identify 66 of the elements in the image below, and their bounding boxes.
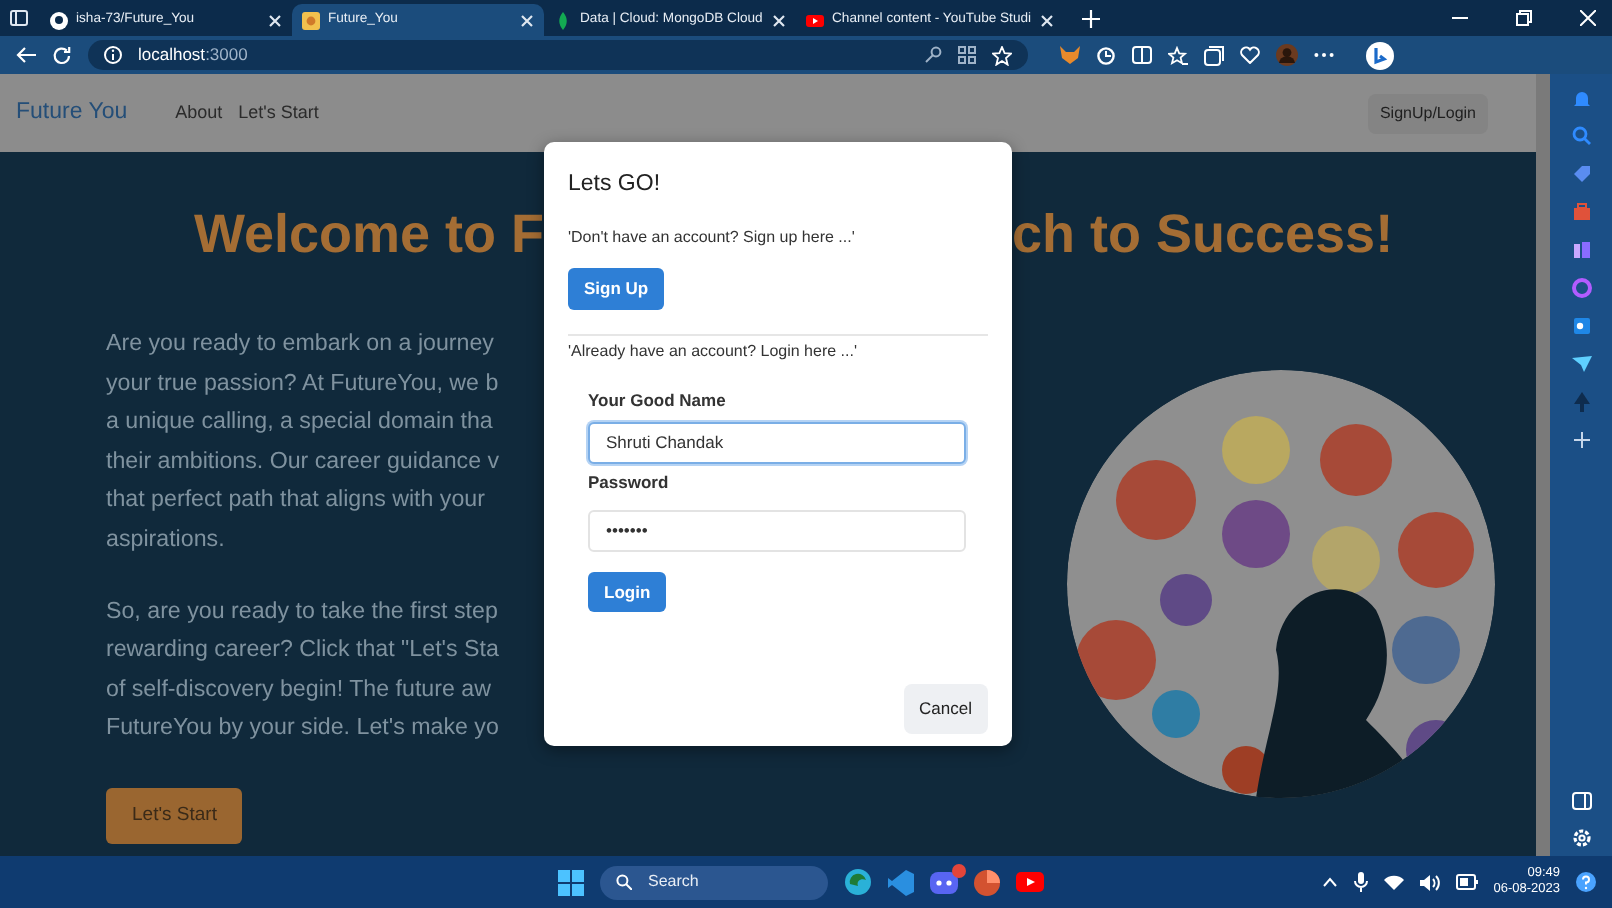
modal-title: Lets GO! — [568, 170, 663, 200]
wifi-icon[interactable] — [1383, 874, 1404, 890]
address-bar[interactable]: localhost:3000 — [88, 40, 1028, 70]
split-screen-icon[interactable] — [1132, 46, 1152, 64]
video-app-icon[interactable] — [1016, 872, 1044, 892]
field-label: Password — [588, 469, 671, 495]
signup-login-button[interactable]: SignUp/Login — [1367, 93, 1488, 133]
more-icon[interactable] — [1314, 52, 1334, 58]
close-icon[interactable] — [520, 13, 534, 27]
new-tab-icon[interactable] — [1081, 10, 1100, 28]
back-icon[interactable] — [16, 46, 36, 64]
nav-link[interactable]: Let's Start — [238, 99, 319, 127]
search-icon — [616, 874, 632, 890]
heading: ch to Success! — [1012, 202, 1396, 268]
search-placeholder: Search — [648, 870, 699, 894]
start-button[interactable] — [558, 869, 584, 895]
info-icon — [104, 46, 122, 64]
paper-plane-icon[interactable] — [1571, 354, 1591, 374]
leaf-icon — [554, 11, 572, 29]
restore-icon[interactable] — [1516, 10, 1532, 26]
play-icon — [806, 11, 824, 29]
tag-icon[interactable] — [1571, 164, 1591, 184]
close-icon[interactable] — [268, 13, 282, 27]
help-icon[interactable] — [1576, 872, 1596, 892]
paragraph: So, are you ready to take the first step rewarding career? Click that "Let's Sta of self-discovery begin! The future aw FutureYou by your side. Let's make yo — [106, 595, 501, 745]
battery-icon[interactable] — [1455, 874, 1478, 890]
heart-icon[interactable] — [1240, 46, 1260, 64]
input-field[interactable]: ••••••• — [588, 509, 966, 551]
nav-link[interactable]: About — [175, 99, 223, 127]
code-editor-app-icon[interactable] — [888, 869, 914, 895]
paragraph: Are you ready to embark on a journey your true passion? At FutureYou, we b a unique calling, a special domain tha their ambitions. Our career guidance v that perfect path that aligns with your aspirations. — [106, 328, 502, 556]
settings-icon[interactable] — [1571, 828, 1591, 848]
site-logo-icon — [302, 11, 320, 29]
login-prompt: 'Already have an account? Login here ...' — [568, 340, 859, 364]
input-field[interactable]: Shruti Chandak — [588, 421, 966, 464]
notification-badge — [952, 863, 966, 877]
search-icon[interactable] — [1571, 126, 1591, 146]
scrollbar[interactable] — [1536, 74, 1550, 856]
favorites-icon[interactable] — [1168, 45, 1188, 65]
favorite-star-icon[interactable] — [992, 45, 1012, 65]
chevron-up-icon[interactable] — [1321, 876, 1338, 888]
search-box[interactable]: Search — [600, 865, 828, 899]
heading: Welcome to F — [191, 202, 544, 268]
tab-actions-icon[interactable] — [10, 10, 28, 26]
url-text: localhost:3000 — [138, 42, 250, 68]
signup-prompt: 'Don't have an account? Sign up here ...' — [568, 226, 857, 251]
apps-icon[interactable] — [958, 46, 976, 64]
sidebar-panel-icon[interactable] — [1571, 792, 1591, 810]
close-icon[interactable] — [772, 13, 786, 27]
microphone-icon[interactable] — [1353, 872, 1368, 892]
copilot-icon[interactable] — [1366, 41, 1394, 69]
sign-up-button[interactable]: Sign Up — [568, 268, 665, 310]
fox-extension-icon[interactable] — [1060, 46, 1080, 64]
collections-icon[interactable] — [1204, 45, 1224, 65]
login-button[interactable]: Login — [588, 571, 667, 613]
add-icon[interactable] — [1571, 430, 1591, 450]
chat-app-icon[interactable] — [930, 869, 958, 895]
close-icon[interactable] — [1039, 13, 1054, 27]
field-label: Your Good Name — [588, 388, 728, 414]
speaker-icon[interactable] — [1419, 873, 1440, 891]
bell-icon[interactable] — [1571, 88, 1591, 108]
browser-app-icon[interactable] — [844, 868, 872, 896]
mail-app-icon[interactable] — [1571, 316, 1591, 336]
presentation-app-icon[interactable] — [974, 869, 1000, 895]
refresh-icon[interactable] — [52, 45, 72, 65]
cancel-button[interactable]: Cancel — [903, 684, 988, 734]
